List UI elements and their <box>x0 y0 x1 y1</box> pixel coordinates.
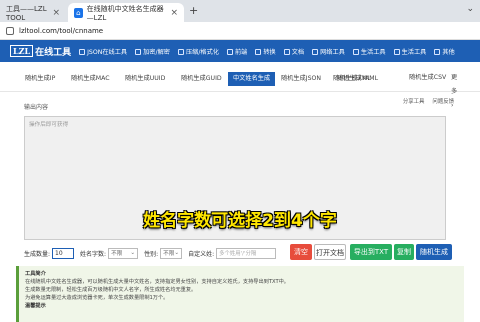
custom-surname-input[interactable]: 多个姓用'/'分隔 <box>216 247 277 259</box>
tab-title: 工具——LZL TOOL <box>6 4 47 22</box>
intro-line: 在线随机中文姓名生成器，可以随机生成大量中文姓名，支持指定男女性别，支持自定义姓… <box>25 279 289 286</box>
open-document-button[interactable]: 打开文档 <box>314 244 346 260</box>
share-tool-link[interactable]: 分享工具 <box>403 97 425 105</box>
new-tab-button[interactable]: + <box>189 4 198 17</box>
site-favicon-icon: ⌂ <box>74 7 83 18</box>
custom-surname-label: 自定义姓: <box>188 250 215 258</box>
name-length-label: 姓名字数: <box>80 250 107 258</box>
tool-intro: 工具简介 在线随机中文姓名生成器，可以随机生成大量中文姓名，支持指定男女性别，支… <box>16 266 464 322</box>
site-info-icon[interactable] <box>6 26 14 35</box>
nav-item-json[interactable]: JSON在线工具 <box>79 47 127 56</box>
network-icon <box>312 48 319 55</box>
chevron-down-icon: ⌄ <box>174 250 180 256</box>
intro-line: 生成数量无限制，轻松生成百万级随机中文人名字，所生成姓名均无重复。 <box>25 287 197 294</box>
count-input[interactable]: 10 <box>52 247 75 259</box>
tip-title: 温馨提示 <box>25 303 46 310</box>
browser-tab-2[interactable]: ⌂ 在线随机中文姓名生成器—LZL × <box>68 3 184 22</box>
nav-item-life[interactable]: 生活工具 <box>352 47 386 56</box>
intro-title: 工具简介 <box>25 271 46 277</box>
browser-tab-bar: 工具——LZL TOOL × ⌂ 在线随机中文姓名生成器—LZL × + ⌄ <box>0 0 480 22</box>
count-label: 生成数量: <box>24 250 51 258</box>
nav-item-encrypt[interactable]: 加密/解密 <box>135 47 170 56</box>
nav-item-convert[interactable]: 转换 <box>255 47 276 56</box>
grid-icon <box>434 48 441 55</box>
address-bar[interactable]: lzltool.com/tool/cnname <box>0 22 480 40</box>
nav-item-format[interactable]: 压缩/格式化 <box>177 47 219 56</box>
logo-box: LZL <box>10 45 34 57</box>
nav-item-docs[interactable]: 文档 <box>283 47 304 56</box>
compress-icon <box>177 48 184 55</box>
chevron-down-icon[interactable]: ⌄ <box>466 4 474 14</box>
nav-item-life-2[interactable]: 生活工具 <box>393 47 426 56</box>
video-caption: 姓名字数可选择2到4个字 <box>143 211 337 231</box>
output-label: 输出内容 <box>24 104 49 111</box>
site-nav: LZL 在线工具 JSON在线工具 加密/解密 压缩/格式化 前端 转换 文档 … <box>0 40 480 62</box>
clear-button[interactable]: 清空 <box>290 244 312 260</box>
subnav-row-2: 随机生成CSV 更多 › <box>20 71 462 109</box>
subtab-csv[interactable]: 随机生成CSV <box>404 71 451 85</box>
gender-select[interactable]: 不限 ⌄ <box>160 247 183 259</box>
chevron-down-icon: ⌄ <box>130 250 136 256</box>
nav-item-frontend[interactable]: 前端 <box>227 47 247 56</box>
site-logo[interactable]: LZL 在线工具 <box>10 45 71 58</box>
export-txt-button[interactable]: 导出到TXT <box>350 244 392 260</box>
close-icon[interactable]: × <box>170 8 178 18</box>
tab-title: 在线随机中文姓名生成器—LZL <box>86 4 164 22</box>
generate-button[interactable]: 随机生成 <box>416 244 452 260</box>
code-icon <box>227 48 233 55</box>
feedback-link[interactable]: 问题反馈 <box>432 97 454 105</box>
browser-tab-1[interactable]: 工具——LZL TOOL × <box>0 3 66 22</box>
intro-line: 为避免运算量过大造成浏览器卡死，单次生成数量限制1万个。 <box>25 295 169 302</box>
output-placeholder: 操作后即可获得 <box>29 122 69 128</box>
life-icon <box>393 48 400 55</box>
copy-button[interactable]: 复制 <box>394 244 414 260</box>
logo-text: 在线工具 <box>35 47 72 58</box>
life-icon <box>352 48 359 55</box>
nav-item-other[interactable]: 其他 <box>434 47 455 56</box>
subtab-more[interactable]: 更多 › <box>446 71 462 109</box>
json-icon <box>79 48 86 55</box>
convert-icon <box>255 48 262 55</box>
close-icon[interactable]: × <box>52 8 60 18</box>
lock-icon <box>135 48 142 55</box>
url-text: lzltool.com/tool/cnname <box>19 26 104 35</box>
output-tools: 分享工具 问题反馈 <box>403 97 454 105</box>
gender-label: 性别: <box>144 250 159 258</box>
name-length-select[interactable]: 不限 ⌄ <box>108 247 139 259</box>
document-icon <box>283 48 290 55</box>
nav-item-network[interactable]: 网络工具 <box>312 47 345 56</box>
